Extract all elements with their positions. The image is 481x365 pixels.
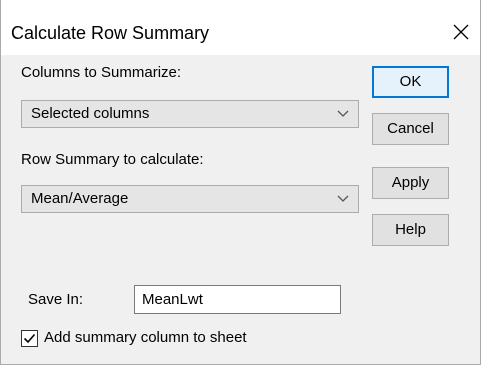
chevron-down-icon (337, 110, 349, 117)
chevron-down-icon (337, 195, 349, 202)
help-button[interactable]: Help (372, 214, 449, 246)
row-summary-select[interactable]: Mean/Average (21, 185, 359, 213)
ok-button[interactable]: OK (372, 66, 449, 98)
close-icon (453, 24, 469, 40)
save-in-label: Save In: (28, 291, 84, 308)
add-summary-column-label[interactable]: Add summary column to sheet (44, 329, 247, 347)
columns-to-summarize-value: Selected columns (31, 105, 150, 122)
dialog-title: Calculate Row Summary (11, 23, 210, 43)
apply-button[interactable]: Apply (372, 167, 449, 199)
row-summary-value: Mean/Average (31, 190, 129, 207)
save-in-input[interactable]: MeanLwt (134, 285, 341, 314)
close-button[interactable] (442, 13, 480, 49)
title-bar[interactable]: Calculate Row Summary (1, 0, 480, 55)
save-in-value: MeanLwt (142, 291, 203, 308)
row-summary-label: Row Summary to calculate: (21, 151, 204, 168)
cancel-button[interactable]: Cancel (372, 113, 449, 145)
columns-to-summarize-select[interactable]: Selected columns (21, 100, 359, 128)
calculate-row-summary-dialog: Calculate Row Summary Columns to Summari… (0, 0, 481, 365)
dialog-body: Columns to Summarize: Selected columns R… (1, 55, 480, 364)
add-summary-column-checkbox[interactable] (21, 330, 38, 347)
checkmark-icon (23, 333, 36, 344)
columns-to-summarize-label: Columns to Summarize: (21, 64, 182, 81)
